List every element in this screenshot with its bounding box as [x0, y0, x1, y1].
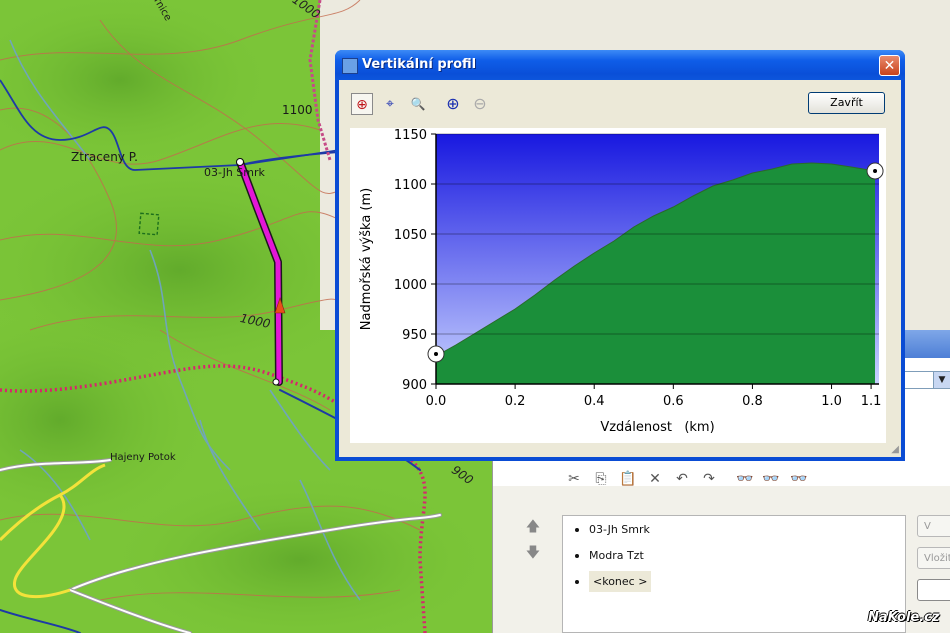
- waypoint-list: 03-Jh Smrk Modra Tzt <konec >: [562, 515, 906, 633]
- map-label-hajeny: Hajeny Potok: [110, 452, 176, 463]
- x-tick-label: 1.0: [821, 394, 842, 409]
- app-icon: [342, 58, 358, 74]
- side-button-3[interactable]: [917, 579, 950, 601]
- close-button[interactable]: Zavřít: [808, 92, 885, 114]
- move-down-icon[interactable]: 🡇: [524, 544, 542, 562]
- map-label-contour-1100: 1100: [282, 103, 313, 117]
- elevation-chart[interactable]: 900 950 1000 1050 1100 1150 0.0 0.2 0.4 0.6 0.8 1.0…: [350, 128, 886, 443]
- close-icon[interactable]: ✕: [879, 55, 900, 76]
- chevron-down-icon[interactable]: ▼: [933, 372, 950, 388]
- bullet-icon: [575, 554, 579, 558]
- bullet-icon: [575, 580, 579, 584]
- x-axis-label: Vzdálenost (km): [600, 420, 714, 435]
- endpoint-marker-dot: [434, 352, 438, 356]
- crosshair-icon[interactable]: ⌖: [379, 93, 401, 115]
- y-tick-label: 1050: [394, 228, 427, 243]
- elevation-chart-svg[interactable]: 900 950 1000 1050 1100 1150 0.0 0.2 0.4 0.6 0.8 1.0…: [350, 128, 886, 443]
- select-point-icon[interactable]: ⊕: [351, 93, 373, 115]
- zoom-out-icon[interactable]: ⊖: [469, 93, 491, 115]
- map-label-ztraceny: Ztraceny P.: [71, 150, 138, 164]
- x-tick-label: 0.0: [426, 394, 447, 409]
- y-tick-label: 950: [402, 328, 427, 343]
- list-item[interactable]: Modra Tzt: [575, 545, 644, 567]
- x-tick-label: 0.2: [505, 394, 526, 409]
- y-tick-label: 900: [402, 378, 427, 393]
- resize-grip-icon[interactable]: ◢: [891, 444, 899, 455]
- x-tick-label: 0.4: [584, 394, 605, 409]
- watermark: NaKole.cz: [868, 610, 940, 625]
- endpoint-marker-dot: [873, 169, 878, 173]
- bullet-icon: [575, 528, 579, 532]
- insert-button[interactable]: Vložit: [917, 547, 950, 569]
- vertical-profile-dialog: Vertikální profil ✕ ⊕ ⌖ 🔍 ⊕ ⊖ Zavřít 900…: [335, 50, 905, 461]
- y-axis-label: Nadmořská výška (m): [359, 188, 374, 330]
- x-tick-label: 0.8: [742, 394, 763, 409]
- y-tick-label: 1100: [394, 178, 427, 193]
- binoculars-icon[interactable]: 👓: [736, 470, 754, 488]
- map-label-waypoint: 03-Jh Smrk: [204, 166, 265, 179]
- side-button-v[interactable]: V: [917, 515, 950, 537]
- list-item[interactable]: 03-Jh Smrk: [575, 519, 650, 541]
- delete-icon[interactable]: ✕: [646, 470, 664, 488]
- move-up-icon[interactable]: 🡅: [524, 518, 542, 536]
- binoculars-refresh-icon[interactable]: 👓: [790, 470, 808, 488]
- dialog-title: Vertikální profil: [362, 57, 477, 72]
- binoculars-target-icon[interactable]: 👓: [762, 470, 780, 488]
- x-tick-label: 0.6: [663, 394, 684, 409]
- list-item[interactable]: <konec >: [575, 571, 652, 593]
- undo-icon[interactable]: ↶: [673, 470, 691, 488]
- y-tick-label: 1150: [394, 128, 427, 143]
- redo-icon[interactable]: ↷: [700, 470, 718, 488]
- dialog-client: ⊕ ⌖ 🔍 ⊕ ⊖ Zavřít 900 950 1000 1050 1100 1150 0…: [339, 80, 901, 457]
- zoom-box-icon[interactable]: 🔍: [407, 93, 429, 115]
- zoom-in-icon[interactable]: ⊕: [442, 93, 464, 115]
- copy-icon[interactable]: ⎘: [592, 470, 610, 488]
- cut-icon[interactable]: ✂: [565, 470, 583, 488]
- dialog-titlebar[interactable]: Vertikální profil ✕: [335, 50, 905, 80]
- paste-icon[interactable]: 📋: [619, 470, 637, 488]
- x-tick-label: 1.1: [861, 394, 882, 409]
- y-tick-label: 1000: [394, 278, 427, 293]
